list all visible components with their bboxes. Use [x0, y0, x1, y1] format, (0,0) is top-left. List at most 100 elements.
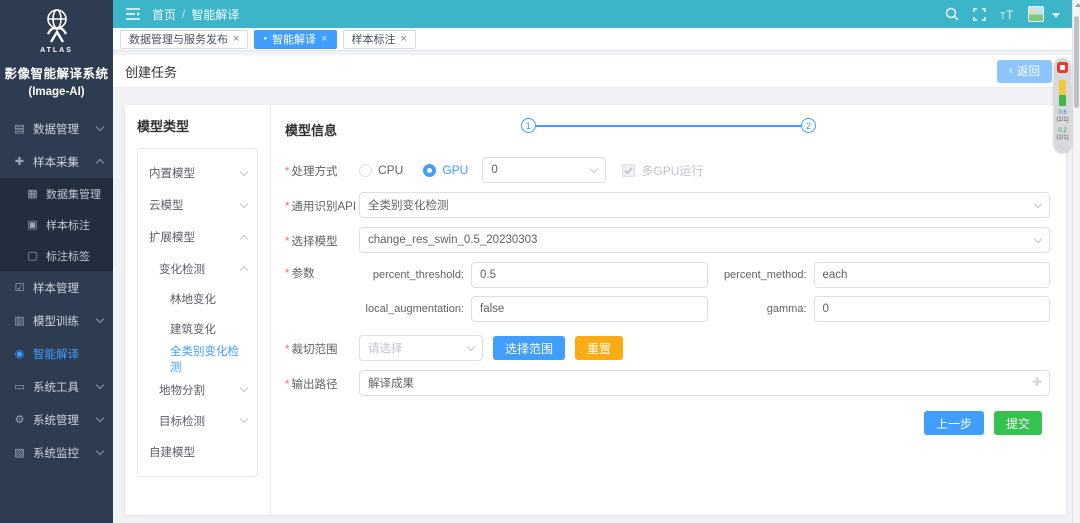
chevron-down-icon	[240, 167, 248, 175]
model-type-tree: 内置模型 云模型 扩展模型 变化检测	[137, 148, 258, 477]
stepper: 1 2	[521, 118, 816, 133]
create-task-card: 模型类型 内置模型 云模型 扩展模型 变化检测	[125, 105, 1066, 515]
chevron-down-icon	[96, 123, 104, 131]
breadcrumb: 首页 / 智能解译	[152, 6, 239, 23]
chevron-down-icon	[1034, 234, 1042, 242]
close-icon[interactable]: ×	[321, 33, 327, 45]
back-button[interactable]: ‹ 返回	[997, 60, 1052, 83]
chevron-down-icon	[467, 342, 475, 350]
submit-button[interactable]: 提交	[994, 411, 1042, 435]
chevron-down-icon	[590, 164, 598, 172]
sidebar-item-system-tools[interactable]: ▭ 系统工具	[0, 370, 113, 403]
api-select[interactable]: 全类别变化检测	[359, 192, 1050, 218]
reset-button[interactable]: 重置	[575, 336, 623, 360]
dataset-icon: ▦	[26, 187, 39, 200]
crop-range-select[interactable]: 请选择	[359, 335, 483, 361]
close-icon[interactable]: ×	[401, 33, 407, 45]
breadcrumb-home[interactable]: 首页	[152, 6, 176, 23]
local-augmentation-input[interactable]	[471, 296, 708, 322]
gpu-radio[interactable]: GPU	[423, 163, 468, 177]
tab-data-management-publish[interactable]: 数据管理与服务发布 ×	[120, 30, 248, 49]
api-row: *通用识别API 全类别变化检测	[285, 192, 1050, 218]
create-task-form: *处理方式 CPU GPU	[285, 157, 1050, 435]
tree-item-builtin-model[interactable]: 内置模型	[138, 157, 257, 189]
sidebar-item-intelligent-interpretation[interactable]: ◉ 智能解译	[0, 337, 113, 370]
sidebar-item-system-monitoring[interactable]: ▧ 系统监控	[0, 436, 113, 469]
model-type-title: 模型类型	[137, 116, 270, 135]
chevron-up-icon	[240, 266, 248, 274]
output-path-row: *输出路径 ✚	[285, 370, 1050, 396]
tree-item-object-detection[interactable]: 目标检测	[138, 405, 257, 436]
sidebar-item-dataset-management[interactable]: ▦ 数据集管理	[0, 178, 113, 209]
sidebar-item-data-management[interactable]: ▤ 数据管理	[0, 112, 113, 145]
sidebar-item-model-training[interactable]: ▥ 模型训练	[0, 304, 113, 337]
tree-item-extended-model[interactable]: 扩展模型	[138, 221, 257, 253]
scrollbar-thumb[interactable]	[1074, 16, 1079, 108]
sidebar-item-sample-annotation[interactable]: ▣ 样本标注	[0, 209, 113, 240]
page-scrollbar[interactable]	[1072, 0, 1080, 523]
top-header-bar: 首页 / 智能解译 TT	[113, 0, 1072, 28]
chevron-down-icon	[96, 315, 104, 323]
back-arrow-icon: ‹	[1009, 65, 1013, 77]
model-select-row: *选择模型 change_res_swin_0.5_20230303	[285, 227, 1050, 253]
chevron-down-icon	[96, 414, 104, 422]
interpretation-icon: ◉	[13, 347, 26, 360]
gear-icon: ⚙	[13, 413, 26, 426]
cpu-radio[interactable]: CPU	[359, 163, 403, 177]
sidebar-item-system-management[interactable]: ⚙ 系统管理	[0, 403, 113, 436]
sidebar-item-sample-collection[interactable]: ✚ 样本采集	[0, 145, 113, 178]
output-path-input[interactable]	[359, 370, 1050, 396]
param-name-percent-threshold: percent_threshold:	[359, 269, 464, 281]
widget-yellow-bar	[1059, 80, 1066, 95]
avatar[interactable]	[1028, 6, 1044, 22]
tree-item-land-segmentation[interactable]: 地物分割	[138, 374, 257, 405]
browser-extension-widget[interactable]: 0.6 (1/1) 0.2 (1/1)	[1054, 58, 1071, 152]
topbar-actions: TT	[944, 6, 1060, 22]
required-asterisk: *	[285, 236, 289, 248]
close-icon[interactable]: ×	[233, 33, 239, 45]
multi-gpu-checkbox[interactable]: 多GPU运行	[622, 162, 703, 179]
tree-item-forest-change[interactable]: 林地变化	[138, 284, 257, 314]
model-type-panel: 模型类型 内置模型 云模型 扩展模型 变化检测	[125, 105, 271, 515]
previous-step-button[interactable]: 上一步	[924, 411, 984, 435]
active-tab-dot-icon: ●	[263, 36, 267, 42]
sample-management-icon: ☑	[13, 281, 26, 294]
open-tabs-bar: 数据管理与服务发布 × ● 智能解译 × 样本标注 ×	[113, 28, 1072, 51]
svg-text:T: T	[1006, 8, 1014, 21]
search-icon[interactable]	[944, 7, 959, 22]
tree-item-all-class-change-detection[interactable]: 全类别变化检测	[138, 344, 257, 374]
breadcrumb-current: 智能解译	[191, 6, 239, 23]
scrollbar-up-arrow-icon[interactable]	[1075, 3, 1080, 7]
required-asterisk: *	[285, 268, 289, 280]
percent-method-input[interactable]	[814, 262, 1051, 288]
model-select[interactable]: change_res_swin_0.5_20230303	[359, 227, 1050, 253]
font-size-icon[interactable]: TT	[1000, 7, 1015, 22]
tree-item-change-detection[interactable]: 变化检测	[138, 253, 257, 284]
tree-item-building-change[interactable]: 建筑变化	[138, 314, 257, 344]
annotation-icon: ▣	[26, 218, 39, 231]
model-training-icon: ▥	[13, 314, 26, 327]
gamma-input[interactable]	[814, 296, 1051, 322]
sidebar-item-annotation-tags[interactable]: ▢ 标注标签	[0, 240, 113, 271]
model-info-title: 模型信息	[285, 120, 337, 139]
logo-name: ATLAS	[0, 47, 113, 54]
logo-block: ATLAS 影像智能解译系统 (Image-AI)	[0, 0, 113, 98]
tab-intelligent-interpretation[interactable]: ● 智能解译 ×	[254, 30, 336, 49]
page-title-bar: 创建任务 ‹ 返回	[113, 55, 1072, 88]
app-title: 影像智能解译系统	[0, 63, 113, 82]
sidebar-item-sample-management[interactable]: ☑ 样本管理	[0, 271, 113, 304]
user-dropdown-caret-icon[interactable]	[1052, 7, 1060, 21]
fullscreen-icon[interactable]	[972, 7, 987, 22]
app-subtitle: (Image-AI)	[0, 86, 113, 98]
tree-item-custom-model[interactable]: 自建模型	[138, 436, 257, 468]
tree-item-cloud-model[interactable]: 云模型	[138, 189, 257, 221]
select-range-button[interactable]: 选择范围	[493, 336, 565, 360]
sample-collection-icon: ✚	[13, 155, 26, 168]
extension-badge-icon[interactable]	[1057, 62, 1068, 73]
gpu-index-select[interactable]: 0	[482, 157, 606, 183]
input-suffix-icon[interactable]: ✚	[1032, 375, 1042, 389]
percent-threshold-input[interactable]	[471, 262, 708, 288]
model-info-panel: 模型信息 1 2 *处理方式	[271, 105, 1066, 515]
hamburger-menu-icon[interactable]	[125, 7, 140, 22]
tab-sample-annotation[interactable]: 样本标注 ×	[343, 30, 416, 49]
